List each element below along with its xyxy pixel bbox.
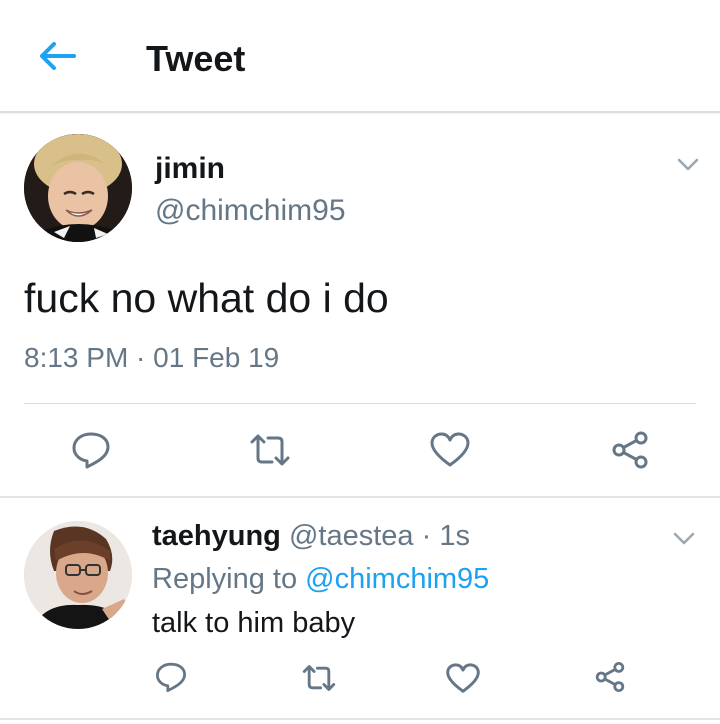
replying-to: Replying to @chimchim95 [152, 563, 489, 596]
reply-author-name[interactable]: taehyung [152, 520, 281, 552]
share-button[interactable] [610, 430, 650, 470]
top-bar: Tweet [0, 0, 720, 113]
reply-icon [156, 662, 186, 692]
share-icon [595, 662, 625, 692]
reply-icon [72, 432, 110, 469]
back-button[interactable] [34, 38, 78, 74]
author-avatar[interactable] [24, 134, 132, 242]
replying-to-label: Replying to [152, 563, 298, 595]
reply-menu-button[interactable] [673, 532, 695, 546]
retweet-icon [302, 665, 336, 691]
page-title: Tweet [146, 38, 246, 79]
share-icon [612, 431, 648, 469]
chevron-down-icon [677, 158, 699, 171]
arrow-left-icon [40, 42, 76, 70]
reply-share-button[interactable] [594, 661, 626, 693]
divider [24, 403, 696, 404]
like-icon [430, 432, 470, 467]
author-name[interactable]: jimin [155, 152, 225, 186]
retweet-button[interactable] [248, 432, 292, 468]
like-button[interactable] [430, 432, 470, 468]
tweet-timestamp: 8:13 PM · 01 Feb 19 [24, 342, 280, 373]
retweet-icon [250, 434, 290, 466]
author-handle[interactable]: @chimchim95 [155, 194, 346, 228]
reply-retweet-button[interactable] [301, 663, 337, 693]
divider [0, 718, 720, 720]
reply-time: · 1s [421, 520, 470, 552]
reply-like-button[interactable] [446, 663, 480, 694]
reply-header: taehyung @taestea · 1s [152, 520, 470, 553]
chevron-down-icon [673, 532, 695, 545]
divider [0, 496, 720, 498]
replying-to-handle[interactable]: @chimchim95 [305, 563, 489, 595]
like-icon [446, 663, 480, 693]
reply-text: talk to him baby [152, 607, 356, 639]
reply-button[interactable] [71, 430, 111, 470]
reply-author-handle[interactable]: @taestea [289, 520, 414, 552]
tweet-menu-button[interactable] [677, 158, 699, 172]
reply-author-avatar[interactable] [24, 521, 132, 629]
reply-reply-button[interactable] [155, 661, 187, 693]
tweet-text: fuck no what do i do [24, 275, 389, 321]
